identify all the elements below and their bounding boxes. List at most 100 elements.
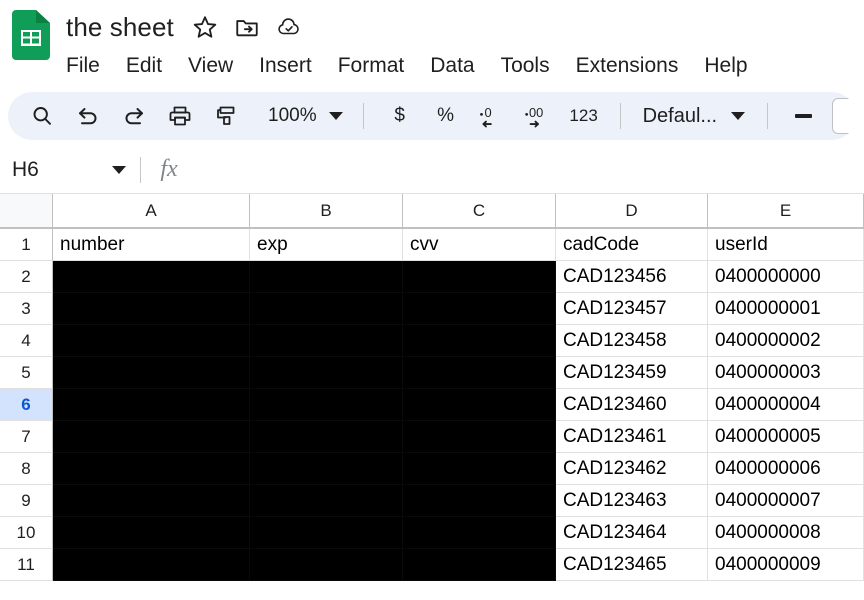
cell-E9[interactable]: 0400000007 <box>708 485 864 517</box>
cell-A9[interactable] <box>53 485 250 517</box>
menu-item-extensions[interactable]: Extensions <box>576 55 679 76</box>
menu-item-help[interactable]: Help <box>704 55 747 76</box>
cell-A8[interactable] <box>53 453 250 485</box>
cell-A2[interactable] <box>53 261 250 293</box>
cell-A5[interactable] <box>53 357 250 389</box>
row-header-3[interactable]: 3 <box>0 293 53 325</box>
cell-E8[interactable]: 0400000006 <box>708 453 864 485</box>
cloud-saved-icon[interactable] <box>276 14 302 40</box>
cell-C4[interactable] <box>403 325 556 357</box>
cell-B2[interactable] <box>250 261 403 293</box>
cell-C10[interactable] <box>403 517 556 549</box>
print-icon[interactable] <box>160 96 200 136</box>
column-header-d[interactable]: D <box>556 194 708 229</box>
row-header-7[interactable]: 7 <box>0 421 53 453</box>
cell-B11[interactable] <box>250 549 403 581</box>
cell-C9[interactable] <box>403 485 556 517</box>
cell-C3[interactable] <box>403 293 556 325</box>
star-icon[interactable] <box>192 14 218 40</box>
percent-format-button[interactable]: % <box>426 96 466 136</box>
cell-D11[interactable]: CAD123465 <box>556 549 708 581</box>
decrease-font-size-button[interactable] <box>784 97 822 135</box>
menu-item-view[interactable]: View <box>188 55 233 76</box>
cell-A3[interactable] <box>53 293 250 325</box>
column-header-a[interactable]: A <box>53 194 250 229</box>
cell-C2[interactable] <box>403 261 556 293</box>
menu-item-edit[interactable]: Edit <box>126 55 162 76</box>
row-header-2[interactable]: 2 <box>0 261 53 293</box>
name-box[interactable]: H6 <box>0 146 140 193</box>
cell-C5[interactable] <box>403 357 556 389</box>
cell-D5[interactable]: CAD123459 <box>556 357 708 389</box>
font-family-selector[interactable]: Defaul... <box>637 105 751 128</box>
font-size-input[interactable] <box>832 98 856 134</box>
cell-D9[interactable]: CAD123463 <box>556 485 708 517</box>
cell-E11[interactable]: 0400000009 <box>708 549 864 581</box>
zoom-control[interactable]: 100% <box>252 105 347 127</box>
menu-item-data[interactable]: Data <box>430 55 474 76</box>
cell-A6[interactable] <box>53 389 250 421</box>
cell-C11[interactable] <box>403 549 556 581</box>
row-header-6[interactable]: 6 <box>0 389 53 421</box>
cell-E10[interactable]: 0400000008 <box>708 517 864 549</box>
row-header-5[interactable]: 5 <box>0 357 53 389</box>
cell-B1[interactable]: exp <box>250 229 403 261</box>
cell-D8[interactable]: CAD123462 <box>556 453 708 485</box>
cell-D6[interactable]: CAD123460 <box>556 389 708 421</box>
column-header-b[interactable]: B <box>250 194 403 229</box>
search-icon[interactable] <box>22 96 62 136</box>
cell-B10[interactable] <box>250 517 403 549</box>
cell-D7[interactable]: CAD123461 <box>556 421 708 453</box>
cell-D4[interactable]: CAD123458 <box>556 325 708 357</box>
currency-format-button[interactable]: $ <box>380 96 420 136</box>
cell-D3[interactable]: CAD123457 <box>556 293 708 325</box>
cell-E2[interactable]: 0400000000 <box>708 261 864 293</box>
cell-B8[interactable] <box>250 453 403 485</box>
row-header-10[interactable]: 10 <box>0 517 53 549</box>
cell-D1[interactable]: cadCode <box>556 229 708 261</box>
cell-B9[interactable] <box>250 485 403 517</box>
redo-icon[interactable] <box>114 96 154 136</box>
cell-A10[interactable] <box>53 517 250 549</box>
undo-icon[interactable] <box>68 96 108 136</box>
menu-item-file[interactable]: File <box>66 55 100 76</box>
paint-format-icon[interactable] <box>206 96 246 136</box>
increase-decimal-button[interactable]: 00 <box>518 96 558 136</box>
cell-B4[interactable] <box>250 325 403 357</box>
cell-D2[interactable]: CAD123456 <box>556 261 708 293</box>
cell-E6[interactable]: 0400000004 <box>708 389 864 421</box>
chevron-down-icon[interactable] <box>112 165 126 174</box>
cell-B3[interactable] <box>250 293 403 325</box>
row-header-1[interactable]: 1 <box>0 229 53 261</box>
column-header-c[interactable]: C <box>403 194 556 229</box>
cell-C7[interactable] <box>403 421 556 453</box>
more-formats-button[interactable]: 123 <box>564 96 604 136</box>
column-header-e[interactable]: E <box>708 194 864 229</box>
row-header-9[interactable]: 9 <box>0 485 53 517</box>
cell-D10[interactable]: CAD123464 <box>556 517 708 549</box>
cell-A11[interactable] <box>53 549 250 581</box>
menu-item-insert[interactable]: Insert <box>259 55 312 76</box>
page-title[interactable]: the sheet <box>66 12 174 43</box>
cell-C6[interactable] <box>403 389 556 421</box>
cell-E4[interactable]: 0400000002 <box>708 325 864 357</box>
cell-E3[interactable]: 0400000001 <box>708 293 864 325</box>
cell-B5[interactable] <box>250 357 403 389</box>
row-header-4[interactable]: 4 <box>0 325 53 357</box>
move-to-folder-icon[interactable] <box>234 14 260 40</box>
cell-C1[interactable]: cvv <box>403 229 556 261</box>
cell-A1[interactable]: number <box>53 229 250 261</box>
cell-B7[interactable] <box>250 421 403 453</box>
cell-C8[interactable] <box>403 453 556 485</box>
cell-E5[interactable]: 0400000003 <box>708 357 864 389</box>
decrease-decimal-button[interactable]: 0 <box>472 96 512 136</box>
menu-item-tools[interactable]: Tools <box>501 55 550 76</box>
cell-E1[interactable]: userId <box>708 229 864 261</box>
menu-item-format[interactable]: Format <box>338 55 405 76</box>
cell-A4[interactable] <box>53 325 250 357</box>
formula-input[interactable] <box>197 146 864 193</box>
row-header-11[interactable]: 11 <box>0 549 53 581</box>
select-all-corner[interactable] <box>0 194 53 229</box>
cell-A7[interactable] <box>53 421 250 453</box>
cell-E7[interactable]: 0400000005 <box>708 421 864 453</box>
